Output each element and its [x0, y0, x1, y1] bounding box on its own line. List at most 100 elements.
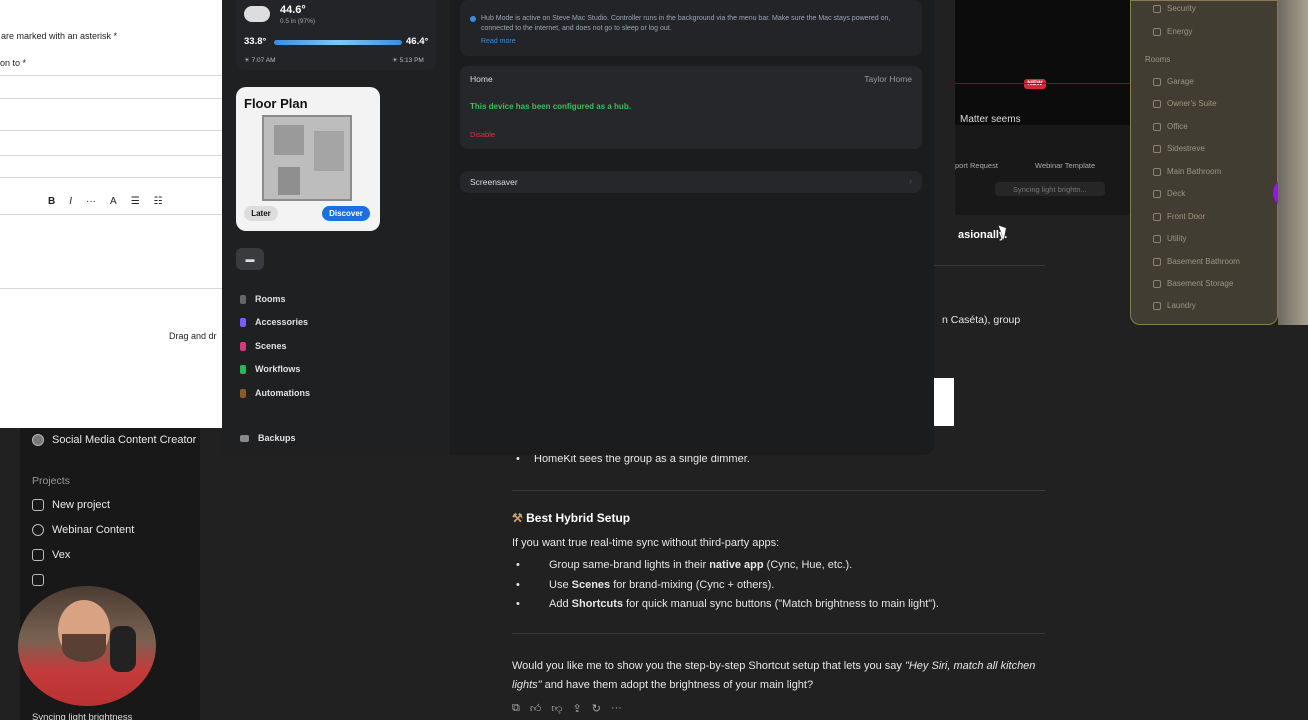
room-item[interactable]: Front Door [1153, 212, 1205, 221]
web-form-window: are marked with an asterisk * on to * B … [0, 0, 222, 428]
chat-history-item[interactable]: Syncing light brightness [32, 712, 132, 720]
bullet-bold: native app [709, 559, 764, 571]
energy-icon [1153, 27, 1161, 36]
bullet-bold: Scenes [571, 579, 611, 591]
tab[interactable]: Webinar Template [1035, 161, 1095, 170]
project-item[interactable] [32, 574, 44, 586]
microphone [110, 626, 136, 672]
nav-automations[interactable]: Automations [240, 388, 310, 398]
bullet-item: Use Scenes for brand-mixing (Cync + othe… [516, 579, 774, 591]
nav-scenes[interactable]: Scenes [240, 341, 287, 351]
cloud-icon [244, 6, 270, 22]
room-item[interactable]: Main Bathroom [1153, 167, 1221, 176]
regenerate-icon[interactable]: ↻ [592, 702, 601, 715]
numbered-list-icon[interactable]: ☷ [154, 196, 163, 207]
sofa-icon[interactable]: ▬ [236, 248, 264, 270]
room-item[interactable]: Utility [1153, 234, 1187, 243]
dark-window: NEW Matter seems [955, 0, 1130, 125]
room-icon [1153, 167, 1161, 176]
chat-bubble-icon [32, 524, 44, 536]
nav-accessories[interactable]: Accessories [240, 317, 308, 327]
beard [62, 634, 106, 662]
workflows-icon [240, 364, 246, 374]
room-item[interactable]: Basement Bathroom [1153, 257, 1240, 266]
italic-button[interactable]: I [69, 196, 72, 207]
nav-rooms[interactable]: Rooms [240, 294, 286, 304]
precipitation: 0.5 in (97%) [280, 18, 316, 25]
disable-button[interactable]: Disable [470, 130, 495, 139]
room-item[interactable]: Office [1153, 122, 1188, 131]
home-value[interactable]: Taylor Home [864, 74, 912, 84]
room-item[interactable]: Deck [1153, 189, 1185, 198]
nav-label: Workflows [255, 364, 301, 374]
assistant-question: Would you like me to show you the step-b… [512, 657, 1045, 695]
room-item[interactable]: Basement Storage [1153, 279, 1233, 288]
room-icon [1153, 257, 1161, 266]
room-icon [1153, 212, 1161, 221]
webcam-overlay [18, 586, 156, 706]
read-more-link[interactable]: Read more [481, 38, 516, 45]
nav-label: Rooms [255, 294, 286, 304]
gpt-avatar-icon [32, 434, 44, 446]
sunrise: ☀ 7:07 AM [244, 57, 276, 64]
screensaver-row[interactable]: Screensaver › [460, 171, 922, 193]
bullet-text: Group same-brand lights in their [549, 559, 710, 571]
gpt-item[interactable]: Social Media Content Creator [32, 434, 196, 446]
room-item[interactable]: Garage [1153, 77, 1194, 86]
tab[interactable]: port Request [955, 161, 998, 170]
room-label: Laundry [1167, 301, 1196, 310]
temperature: 44.6° [280, 4, 306, 16]
info-icon [470, 16, 476, 22]
hub-notice-card: Hub Mode is active on Steve Mac Studio. … [460, 0, 922, 56]
bold-button[interactable]: B [48, 196, 55, 207]
later-button[interactable]: Later [244, 206, 278, 221]
project-label: Vex [52, 549, 71, 561]
project-item[interactable]: Vex [32, 549, 70, 561]
editor-border [0, 288, 222, 289]
room-icon [1153, 77, 1161, 86]
intro-text: If you want true real-time sync without … [512, 537, 780, 549]
item-label: Security [1167, 4, 1196, 13]
project-item[interactable]: Webinar Content [32, 524, 134, 536]
background-window [1278, 0, 1308, 325]
room-item[interactable]: Laundry [1153, 301, 1196, 310]
room-label: Deck [1167, 189, 1186, 198]
copy-icon[interactable]: ⧉ [512, 702, 520, 715]
accessories-icon [240, 317, 246, 327]
sunset: ☀ 5:13 PM [392, 57, 424, 64]
thumbs-down-icon[interactable]: 👎︎ [551, 702, 562, 715]
new-project-button[interactable]: New project [32, 499, 110, 511]
room-label: Utility [1167, 234, 1187, 243]
nav-label: Backups [258, 433, 296, 443]
room-label: Front Door [1167, 212, 1206, 221]
home-settings: Hub Mode is active on Steve Mac Studio. … [460, 0, 922, 455]
more-button[interactable]: ··· [86, 196, 96, 207]
bullet-text: Add [549, 598, 572, 610]
project-label: Webinar Content [52, 524, 135, 536]
text-color-button[interactable]: A [110, 196, 117, 207]
chevron-right-icon: › [909, 176, 912, 186]
wrench-icon: ⚒ [512, 511, 523, 525]
projects-heading: Projects [32, 475, 70, 487]
hub-config-card: Home Taylor Home This device has been co… [460, 66, 922, 149]
room-label: Main Bathroom [1167, 167, 1222, 176]
section-title-text: Best Hybrid Setup [526, 511, 631, 525]
room-item[interactable]: Sidestreve [1153, 144, 1205, 153]
temp-range-bar [274, 40, 402, 45]
discover-button[interactable]: Discover [322, 206, 370, 221]
thumbs-up-icon[interactable]: 👍︎ [530, 702, 542, 715]
panel-item[interactable]: Security [1153, 4, 1196, 13]
nav-backups[interactable]: Backups [240, 433, 296, 443]
bullet-list-icon[interactable]: ☰ [131, 196, 140, 207]
active-tab[interactable]: Syncing light brightn... [995, 182, 1105, 196]
nav-workflows[interactable]: Workflows [240, 364, 300, 374]
more-icon[interactable]: ··· [611, 702, 622, 715]
room-item[interactable]: Owner's Suite [1153, 99, 1217, 108]
share-icon[interactable]: ⇪ [573, 702, 582, 715]
message-actions: ⧉ 👍︎ 👎︎ ⇪ ↻ ··· [512, 702, 622, 715]
input-border [0, 98, 222, 99]
panel-item[interactable]: Energy [1153, 27, 1192, 36]
question-quote: "Hey Siri, match all [904, 660, 998, 672]
drop-zone-text[interactable]: Drag and dr [169, 331, 217, 341]
nav-label: Accessories [255, 317, 309, 327]
